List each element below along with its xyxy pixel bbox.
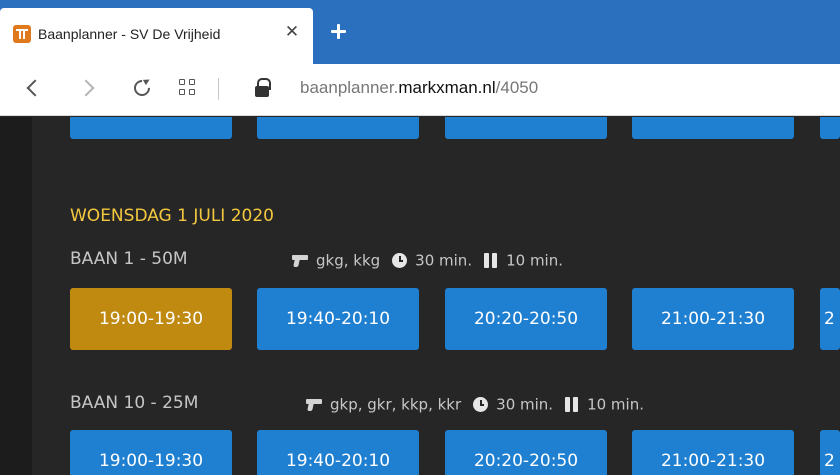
apps-button[interactable]	[174, 74, 202, 102]
lane-pause: 10 min.	[587, 395, 644, 414]
pistol-icon	[306, 398, 322, 411]
back-button[interactable]	[20, 74, 48, 102]
time-slot-button[interactable]: 21:00-21:30	[632, 430, 794, 475]
lane-duration: 30 min.	[415, 251, 473, 270]
time-slot-button[interactable]: 21:00-21:30	[632, 288, 794, 350]
new-tab-icon[interactable]	[327, 20, 351, 44]
chevron-right-icon	[77, 79, 95, 97]
lane-pause: 10 min.	[506, 251, 564, 270]
tab-title: Baanplanner - SV De Vrijheid	[38, 26, 221, 42]
lane-name: BAAN 10 - 25M	[70, 393, 199, 413]
address-bar[interactable]: baanplanner.markxman.nl/4050	[300, 78, 538, 98]
lock-icon[interactable]	[254, 78, 271, 98]
lane-name: BAAN 1 - 50M	[70, 249, 188, 269]
browser-tab[interactable]: Baanplanner - SV De Vrijheid ✕	[0, 8, 313, 64]
previous-slot-button[interactable]	[445, 117, 607, 139]
apps-icon	[189, 89, 195, 95]
time-slot-button[interactable]: 19:40-20:10	[257, 288, 419, 350]
url-path: /4050	[495, 78, 539, 97]
tab-strip: Baanplanner - SV De Vrijheid ✕	[0, 0, 840, 64]
clock-icon	[392, 253, 408, 268]
previous-slot-button[interactable]	[632, 117, 794, 139]
lane-weapons: gkp, gkr, kkp, kkr	[330, 395, 462, 414]
close-tab-icon[interactable]: ✕	[281, 21, 303, 43]
page-content: WOENSDAG 1 JULI 2020 BAAN 1 - 50M gkg, k…	[0, 117, 840, 475]
clock-icon	[473, 397, 489, 412]
browser-toolbar: baanplanner.markxman.nl/4050	[0, 64, 840, 116]
baanplanner-favicon-icon	[13, 25, 31, 43]
time-slot-button[interactable]: 20:20-20:50	[445, 430, 607, 475]
time-slot-button[interactable]: 19:00-19:30	[70, 288, 232, 350]
time-slot-button[interactable]: 19:40-20:10	[257, 430, 419, 475]
forward-button[interactable]	[75, 74, 103, 102]
chevron-left-icon	[26, 79, 44, 97]
time-slot-button[interactable]: 19:00-19:30	[70, 430, 232, 475]
lane-meta: gkp, gkr, kkp, kkr 30 min. 10 min.	[306, 395, 644, 414]
time-slot-button[interactable]: 20:20-20:50	[445, 288, 607, 350]
previous-slot-button[interactable]	[70, 117, 232, 139]
page-left-edge	[0, 117, 32, 475]
reload-button[interactable]	[128, 74, 156, 102]
url-host: markxman.nl	[398, 78, 496, 97]
day-title: WOENSDAG 1 JULI 2020	[70, 206, 274, 226]
lane-duration: 30 min.	[496, 395, 554, 414]
url-prefix: baanplanner.	[300, 78, 399, 97]
pause-icon	[484, 253, 498, 268]
previous-slot-button[interactable]	[820, 117, 840, 139]
time-slot-button[interactable]: 2	[820, 288, 840, 350]
previous-slot-button[interactable]	[257, 117, 419, 139]
time-slot-button[interactable]: 2	[820, 430, 840, 475]
apps-icon	[189, 79, 195, 85]
pause-icon	[565, 397, 579, 412]
lane-meta: gkg, kkg 30 min. 10 min.	[292, 251, 563, 270]
apps-icon	[179, 79, 185, 85]
lane-weapons: gkg, kkg	[316, 251, 381, 270]
toolbar-divider	[218, 78, 219, 100]
pistol-icon	[292, 254, 308, 267]
apps-icon	[179, 89, 185, 95]
